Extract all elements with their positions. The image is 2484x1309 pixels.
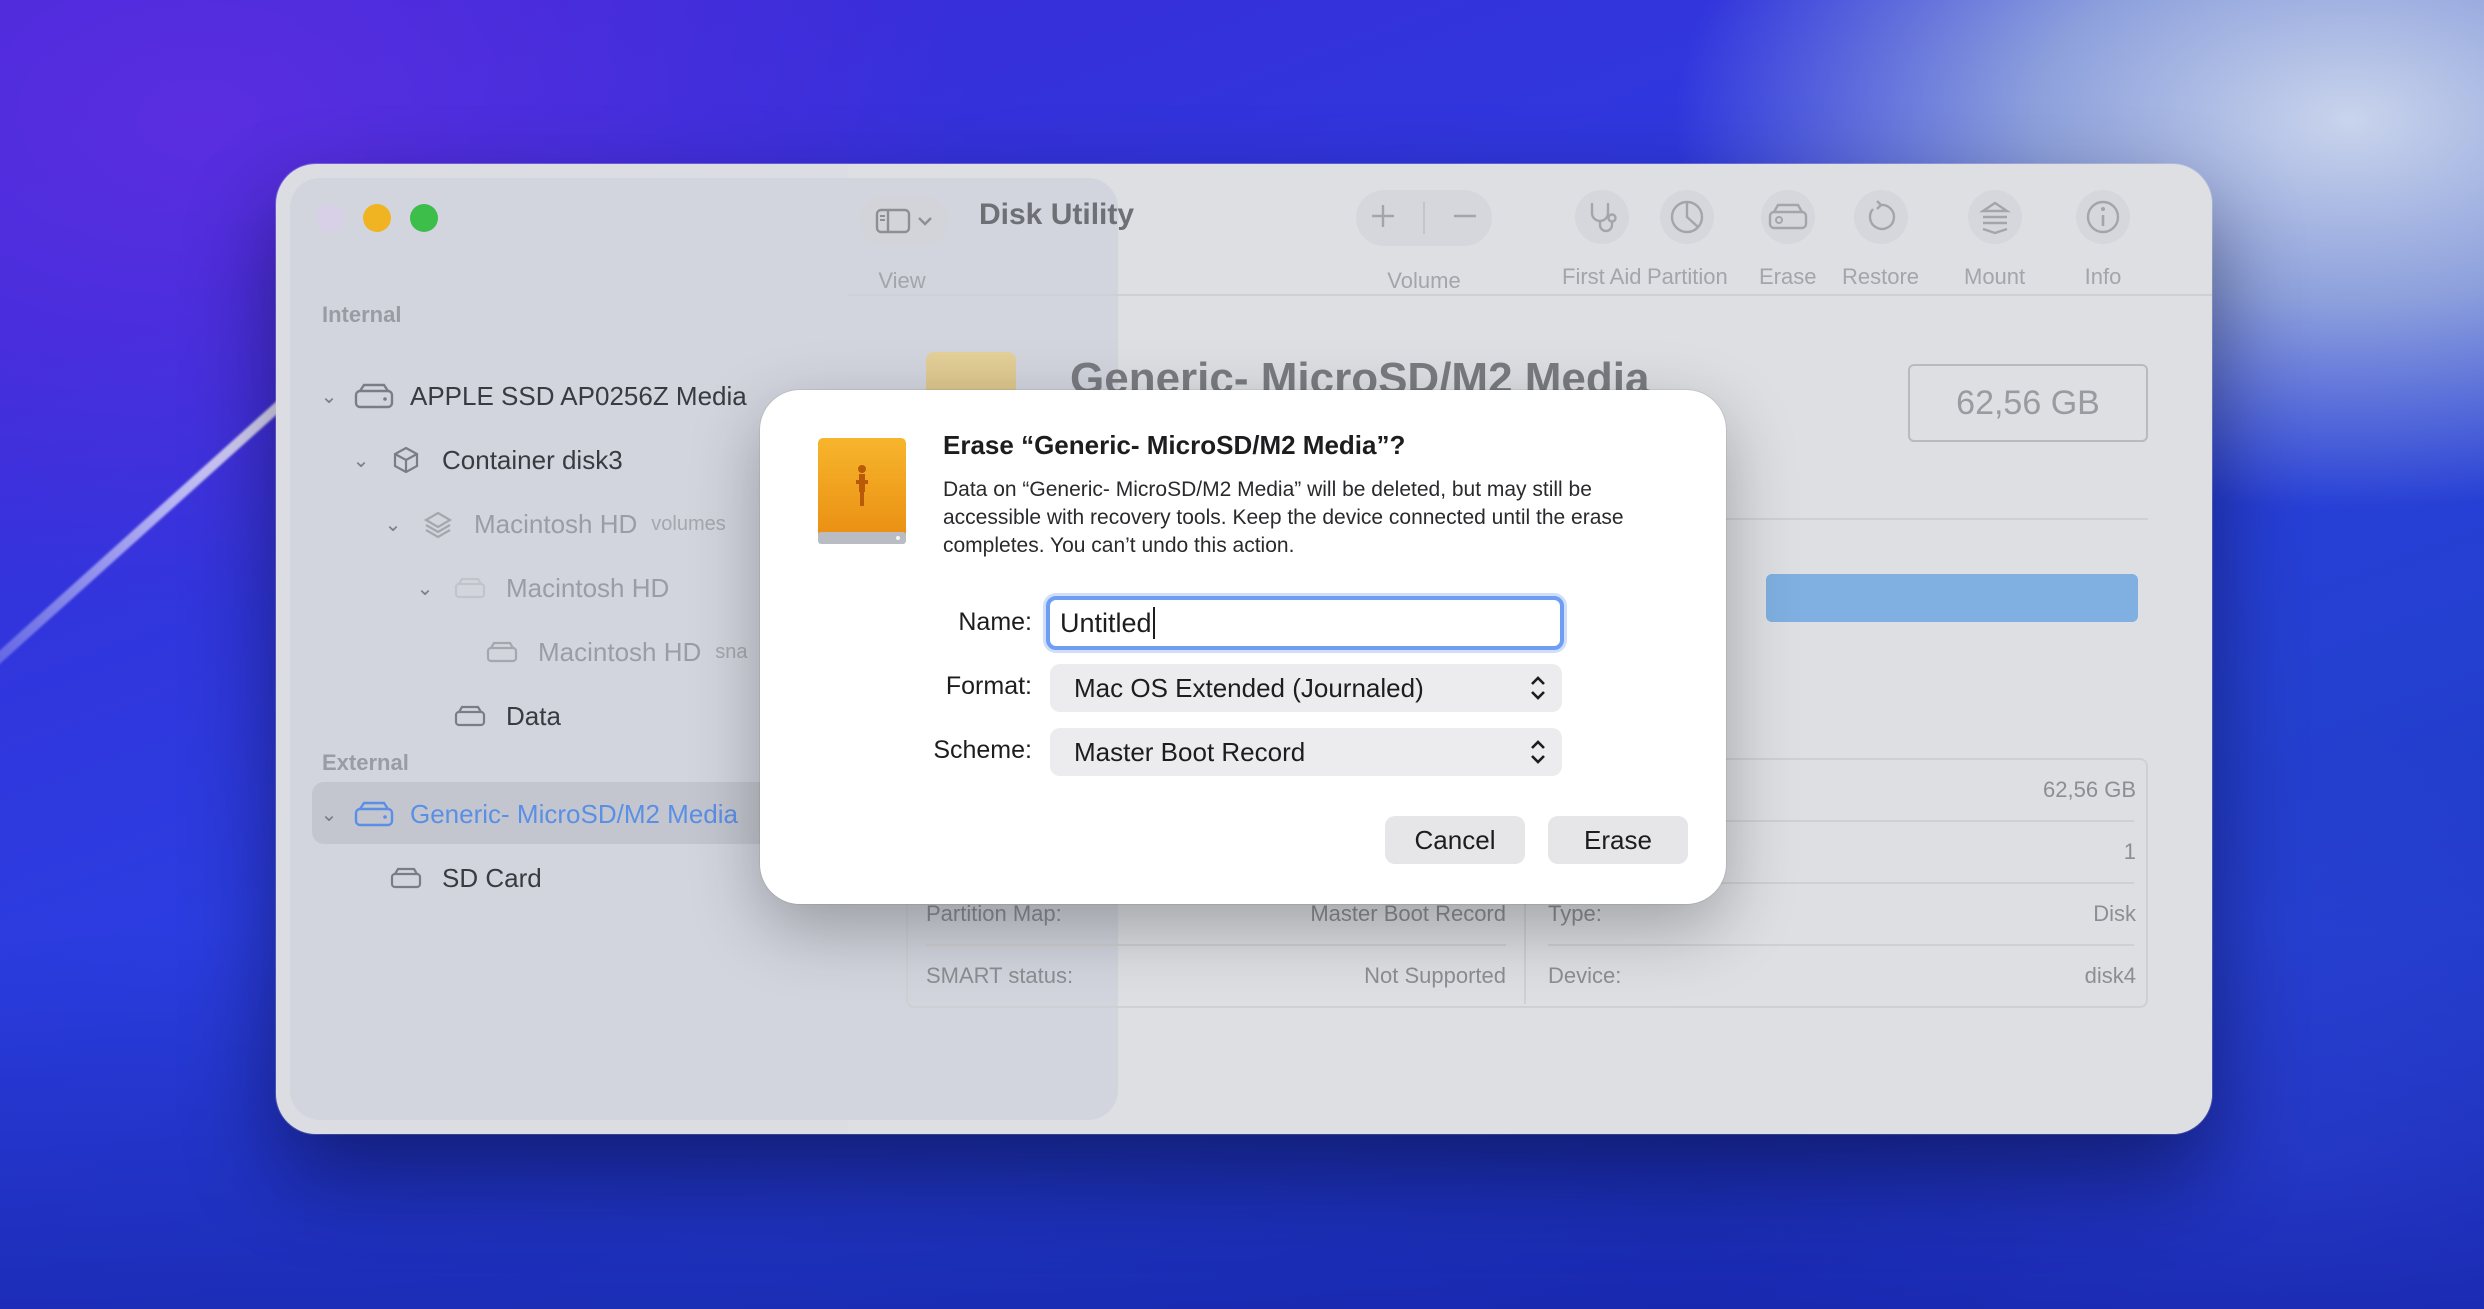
format-select-value: Mac OS Extended (Journaled) bbox=[1074, 672, 1424, 703]
chevron-down-icon[interactable]: ⌄ bbox=[380, 512, 406, 537]
info-smart-row: SMART status: Not Supported bbox=[926, 963, 1506, 988]
sidebar-item-label: Macintosh HD bbox=[538, 636, 702, 667]
sidebar-item-data[interactable]: Data bbox=[412, 686, 561, 746]
sidebar-item-label: Macintosh HD bbox=[474, 508, 638, 539]
sidebar-item-sublabel: sna bbox=[715, 640, 748, 663]
info-value: 62,56 GB bbox=[2043, 777, 2136, 802]
window-controls bbox=[316, 204, 438, 232]
close-button[interactable] bbox=[316, 204, 344, 232]
eraser-drive-icon bbox=[1768, 203, 1807, 230]
chevron-down-icon[interactable]: ⌄ bbox=[316, 384, 342, 409]
first-aid-button[interactable]: First Aid bbox=[1562, 190, 1641, 290]
app-title: Disk Utility bbox=[979, 198, 1135, 231]
restore-button[interactable]: Restore bbox=[1842, 190, 1919, 290]
name-input[interactable]: Untitled bbox=[1046, 596, 1564, 650]
mount-button[interactable]: Mount bbox=[1964, 190, 2025, 290]
name-label: Name: bbox=[958, 608, 1032, 636]
add-volume-button[interactable] bbox=[1368, 201, 1398, 236]
info-value: 1 bbox=[2123, 839, 2136, 864]
sidebar-item-sublabel: volumes bbox=[651, 512, 726, 535]
drive-icon bbox=[384, 867, 428, 889]
container-box-icon bbox=[384, 445, 428, 475]
format-select[interactable]: Mac OS Extended (Journaled) bbox=[1050, 664, 1562, 712]
remove-volume-button[interactable] bbox=[1450, 201, 1480, 236]
sidebar-toggle-icon bbox=[875, 208, 911, 234]
sidebar-item-macintosh-hd[interactable]: ⌄ Macintosh HD bbox=[412, 558, 670, 618]
sidebar-item-macintosh-hd-volumes[interactable]: ⌄ Macintosh HD volumes bbox=[380, 494, 726, 554]
up-down-chevron-icon bbox=[1531, 740, 1545, 764]
sidebar-item-label: SD Card bbox=[442, 862, 542, 893]
drive-icon bbox=[448, 577, 492, 599]
sidebar-item-label: Macintosh HD bbox=[506, 572, 670, 603]
scheme-select-value: Master Boot Record bbox=[1074, 736, 1306, 767]
dialog-message: Data on “Generic- MicroSD/M2 Media” will… bbox=[943, 478, 1624, 557]
info-button[interactable]: Info bbox=[2076, 190, 2130, 290]
text-caret bbox=[1152, 607, 1155, 639]
sidebar-section-internal: Internal bbox=[322, 302, 402, 327]
scheme-label: Scheme: bbox=[933, 736, 1032, 764]
drive-icon bbox=[480, 641, 524, 663]
sidebar-item-generic-microsd[interactable]: ⌄ Generic- MicroSD/M2 Media bbox=[316, 784, 738, 844]
sidebar-item-container[interactable]: ⌄ Container disk3 bbox=[348, 430, 623, 490]
chevron-down-icon[interactable]: ⌄ bbox=[316, 802, 342, 827]
view-label: View bbox=[878, 268, 926, 293]
pie-chart-icon bbox=[1671, 200, 1704, 234]
cancel-button[interactable]: Cancel bbox=[1385, 816, 1525, 864]
dialog-title: Erase “Generic- MicroSD/M2 Media”? bbox=[943, 430, 1406, 460]
external-drive-icon bbox=[816, 436, 908, 546]
erase-toolbar-button[interactable]: Erase bbox=[1759, 190, 1816, 290]
sidebar-item-label: Generic- MicroSD/M2 Media bbox=[410, 798, 738, 829]
format-label: Format: bbox=[945, 672, 1032, 700]
toolbar-divider bbox=[848, 294, 2212, 296]
drive-icon bbox=[352, 801, 396, 827]
capacity-badge: 62,56 GB bbox=[1908, 364, 2148, 442]
up-down-chevron-icon bbox=[1531, 676, 1545, 700]
erase-dialog: Erase “Generic- MicroSD/M2 Media”? Data … bbox=[760, 390, 1726, 904]
drive-icon bbox=[352, 383, 396, 409]
plus-icon bbox=[1372, 204, 1395, 227]
chevron-down-icon bbox=[918, 217, 932, 226]
minus-icon bbox=[1453, 214, 1476, 217]
sidebar-section-external: External bbox=[322, 750, 409, 775]
sidebar-item-sd-card[interactable]: SD Card bbox=[348, 848, 542, 908]
volume-buttons bbox=[1356, 190, 1492, 246]
sidebar-item-label: Data bbox=[506, 700, 561, 731]
sidebar-item-label: APPLE SSD AP0256Z Media bbox=[410, 380, 747, 411]
sidebar-item-label: Container disk3 bbox=[442, 444, 623, 475]
minimize-button[interactable] bbox=[363, 204, 391, 232]
sidebar-item-macintosh-hd-snapshot[interactable]: Macintosh HD sna bbox=[444, 622, 748, 682]
scheme-select[interactable]: Master Boot Record bbox=[1050, 728, 1562, 776]
chevron-down-icon[interactable]: ⌄ bbox=[412, 576, 438, 601]
volume-label: Volume bbox=[1387, 268, 1461, 293]
info-device-row: Device: disk4 bbox=[1548, 963, 2136, 988]
zoom-button[interactable] bbox=[410, 204, 438, 232]
info-icon bbox=[2086, 200, 2120, 234]
mount-icon bbox=[1978, 201, 2011, 235]
layers-icon bbox=[416, 509, 460, 539]
stethoscope-icon bbox=[1590, 203, 1617, 233]
partition-button[interactable]: Partition bbox=[1647, 190, 1728, 290]
chevron-down-icon[interactable]: ⌄ bbox=[348, 448, 374, 473]
sidebar-item-apple-ssd[interactable]: ⌄ APPLE SSD AP0256Z Media bbox=[316, 366, 747, 426]
view-button[interactable] bbox=[860, 196, 948, 246]
restore-arrow-icon bbox=[1868, 200, 1895, 231]
erase-button[interactable]: Erase bbox=[1548, 816, 1688, 864]
usage-bar bbox=[1766, 574, 2138, 622]
drive-icon bbox=[448, 705, 492, 727]
name-input-value: Untitled bbox=[1060, 607, 1152, 638]
